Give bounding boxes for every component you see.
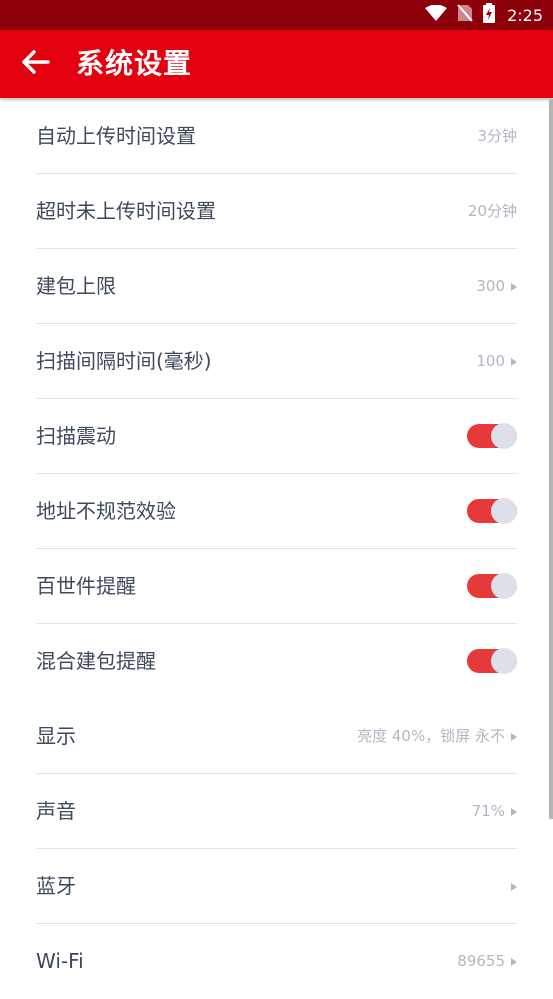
setting-label: 显示	[36, 724, 76, 748]
toggle-switch[interactable]	[467, 423, 517, 449]
setting-label: 地址不规范效验	[36, 499, 176, 523]
toggle-knob	[491, 648, 517, 674]
settings-list: 自动上传时间设置 3分钟超时未上传时间设置 20分钟建包上限 300 扫描间隔时间(毫秒…	[0, 99, 553, 999]
setting-label: 蓝牙	[36, 874, 76, 898]
setting-value: 100	[476, 324, 517, 399]
setting-value-text: 71%	[471, 802, 505, 820]
setting-value-text: 20分钟	[467, 202, 517, 220]
setting-row[interactable]: Wi-Fi 89655	[36, 924, 517, 999]
setting-row[interactable]: 扫描间隔时间(毫秒) 100	[36, 324, 517, 399]
setting-row[interactable]: 超时未上传时间设置 20分钟	[36, 174, 517, 249]
chevron-right-icon	[511, 957, 517, 966]
no-sim-icon	[457, 4, 473, 26]
chevron-right-icon	[511, 282, 517, 291]
setting-label: Wi-Fi	[36, 949, 84, 973]
setting-value: 89655	[457, 924, 517, 999]
setting-value: 300	[476, 249, 517, 324]
setting-row[interactable]: 蓝牙	[36, 849, 517, 924]
setting-value	[505, 849, 517, 924]
toggle-switch[interactable]	[467, 573, 517, 599]
status-icons: 2:25	[425, 0, 543, 30]
toggle-switch[interactable]	[467, 648, 517, 674]
status-bar: 2:25	[0, 0, 553, 30]
toggle-knob	[491, 498, 517, 524]
setting-row[interactable]: 自动上传时间设置 3分钟	[36, 99, 517, 174]
setting-label: 超时未上传时间设置	[36, 199, 216, 223]
arrow-left-icon	[22, 50, 50, 78]
chevron-right-icon	[511, 882, 517, 891]
setting-row[interactable]: 显示 亮度 40%，锁屏 永不	[36, 699, 517, 774]
setting-label: 混合建包提醒	[36, 649, 156, 673]
setting-value-text: 300	[476, 277, 505, 295]
setting-row[interactable]: 百世件提醒	[36, 549, 517, 624]
page-title: 系统设置	[76, 47, 193, 80]
wifi-icon	[425, 4, 448, 25]
setting-label: 扫描震动	[36, 424, 116, 448]
toggle-switch[interactable]	[467, 498, 517, 524]
setting-value-text: 89655	[457, 952, 505, 970]
back-button[interactable]	[18, 48, 54, 80]
setting-label: 扫描间隔时间(毫秒)	[36, 349, 212, 373]
setting-value-text: 亮度 40%，锁屏 永不	[357, 727, 505, 745]
setting-value: 71%	[472, 774, 517, 849]
setting-value: 亮度 40%，锁屏 永不	[357, 699, 517, 774]
status-time: 2:25	[507, 5, 543, 25]
toggle-knob	[491, 423, 517, 449]
setting-label: 自动上传时间设置	[36, 124, 196, 148]
app-bar: 系统设置	[0, 30, 553, 98]
battery-charging-icon	[483, 3, 496, 27]
setting-value-text: 3分钟	[477, 127, 517, 145]
chevron-right-icon	[511, 357, 517, 366]
setting-label: 声音	[36, 799, 76, 823]
setting-row[interactable]: 扫描震动	[36, 399, 517, 474]
setting-value: 3分钟	[477, 99, 517, 174]
setting-row[interactable]: 混合建包提醒	[36, 624, 517, 699]
setting-row[interactable]: 声音 71%	[36, 774, 517, 849]
setting-label: 百世件提醒	[36, 574, 136, 598]
setting-value: 20分钟	[468, 174, 517, 249]
setting-label: 建包上限	[36, 274, 116, 298]
chevron-right-icon	[511, 807, 517, 816]
setting-value-text: 100	[476, 352, 505, 370]
toggle-knob	[491, 573, 517, 599]
setting-row[interactable]: 地址不规范效验	[36, 474, 517, 549]
setting-row[interactable]: 建包上限 300	[36, 249, 517, 324]
scrollbar[interactable]	[549, 99, 553, 819]
chevron-right-icon	[511, 732, 517, 741]
